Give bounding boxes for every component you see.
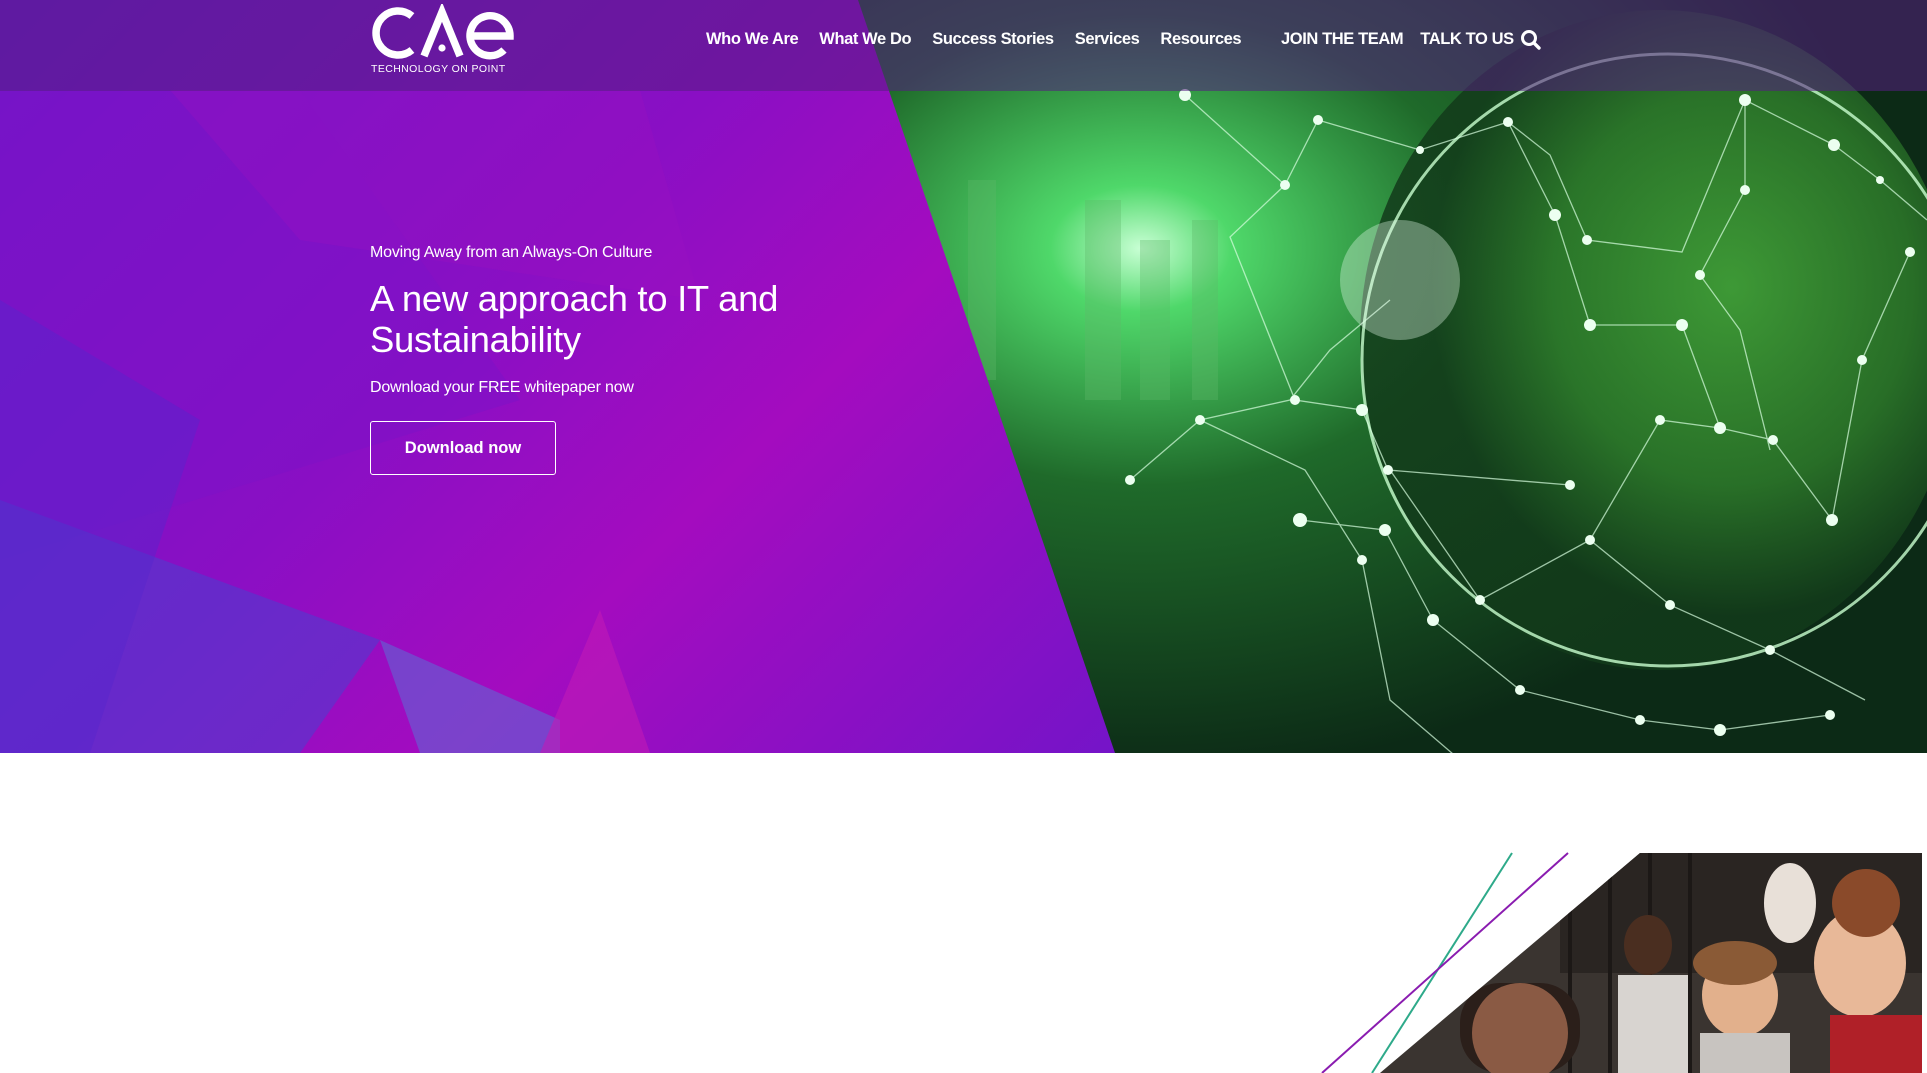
nav-what-we-do[interactable]: What We Do <box>819 30 911 49</box>
nav-services[interactable]: Services <box>1075 30 1140 49</box>
nav-who-we-are[interactable]: Who We Are <box>706 30 799 49</box>
search-icon[interactable] <box>1519 28 1543 52</box>
cae-logo[interactable]: TECHNOLOGY ON POINT <box>370 4 515 76</box>
cae-logo-mark <box>372 4 514 60</box>
hero-eyebrow: Moving Away from an Always-On Culture <box>370 244 653 261</box>
talk-to-us-link[interactable]: TALK TO US <box>1420 30 1514 49</box>
join-the-team-link[interactable]: JOIN THE TEAM <box>1281 30 1404 49</box>
logo-tagline: TECHNOLOGY ON POINT <box>371 63 506 75</box>
hero-banner: TECHNOLOGY ON POINT Who We Are What We D… <box>0 0 1927 753</box>
content-section <box>0 753 1927 1073</box>
nav-success-stories[interactable]: Success Stories <box>932 30 1054 49</box>
download-now-button[interactable]: Download now <box>370 421 556 475</box>
hero-content: Moving Away from an Always-On Culture A … <box>370 244 830 397</box>
nav-secondary: JOIN THE TEAM TALK TO US <box>1281 30 1514 49</box>
top-navigation: TECHNOLOGY ON POINT Who We Are What We D… <box>0 0 1927 91</box>
hero-image <box>858 0 1927 753</box>
main-nav: Who We Are What We Do Success Stories Se… <box>706 30 1242 49</box>
team-photo <box>1321 852 1922 1073</box>
nav-resources[interactable]: Resources <box>1160 30 1241 49</box>
hero-headline: A new approach to IT and Sustainability <box>370 278 779 360</box>
hero-subtext: Download your FREE whitepaper now <box>370 379 634 396</box>
